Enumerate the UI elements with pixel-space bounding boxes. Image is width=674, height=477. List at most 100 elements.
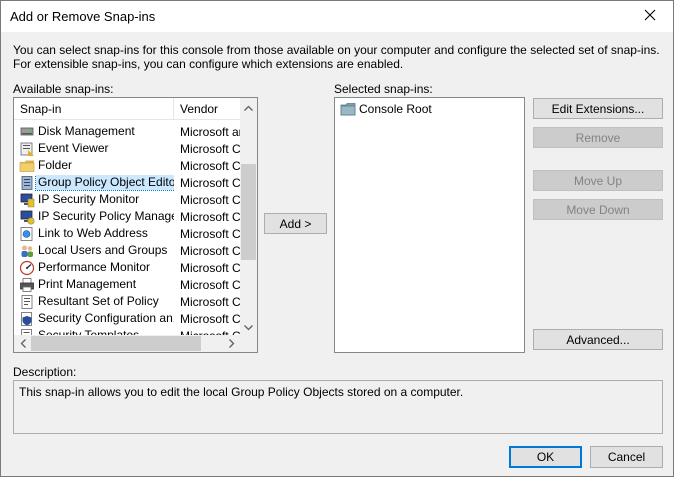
snapin-row[interactable]: IP Security Policy Manage... Microsoft Co	[14, 208, 240, 225]
folder-icon	[19, 158, 35, 174]
snapin-vendor: Microsoft Co	[180, 294, 240, 309]
security-templates-icon	[19, 328, 35, 335]
chevron-left-icon	[20, 337, 26, 351]
horizontal-scrollbar[interactable]	[14, 335, 240, 352]
disk-management-icon	[19, 124, 35, 140]
snapin-name-cell: IP Security Policy Manage...	[14, 209, 174, 225]
add-button[interactable]: Add >	[264, 213, 327, 234]
snapin-row[interactable]: Security TemplatesMicrosoft Co	[14, 327, 240, 335]
chevron-down-icon	[244, 320, 253, 334]
web-link-icon	[19, 226, 35, 242]
vertical-scrollbar[interactable]	[240, 98, 257, 335]
snapin-name-cell: Group Policy Object Editor	[14, 174, 174, 191]
snapin-row[interactable]: Security Configuration an... Microsoft Co	[14, 310, 240, 327]
snapin-row[interactable]: IP Security Monitor Microsoft Co	[14, 191, 240, 208]
intro-text: You can select snap-ins for this console…	[13, 43, 660, 71]
snapin-name: IP Security Monitor	[38, 192, 140, 206]
snapin-vendor: Microsoft Co	[180, 158, 240, 173]
selected-snapins-tree[interactable]: Console Root	[334, 97, 525, 353]
snapin-name: Security Templates	[38, 328, 140, 335]
snapin-vendor: Microsoft Co	[180, 192, 240, 207]
edit-extensions-button[interactable]: Edit Extensions...	[533, 98, 663, 119]
snapin-name: Link to Web Address	[38, 226, 148, 240]
snapin-name: IP Security Policy Manage...	[38, 209, 174, 223]
column-header-snapin[interactable]: Snap-in	[14, 98, 174, 120]
tree-item-console-root[interactable]: Console Root	[340, 101, 434, 117]
description-label: Description:	[13, 365, 77, 379]
snapin-name-cell: Disk Management	[14, 124, 174, 140]
scroll-down-button[interactable]	[240, 318, 257, 335]
close-button[interactable]	[627, 1, 673, 32]
title-bar[interactable]: Add or Remove Snap-ins	[1, 1, 673, 32]
chevron-right-icon	[228, 337, 235, 351]
snapin-name-cell: IP Security Monitor	[14, 192, 174, 208]
ip-security-policy-icon	[19, 209, 35, 225]
column-header-vendor[interactable]: Vendor	[174, 98, 240, 120]
resultant-policy-icon	[19, 294, 35, 310]
console-root-folder-icon	[340, 101, 356, 117]
snapin-name-cell: Security Configuration an...	[14, 311, 174, 327]
add-remove-snapins-dialog: Add or Remove Snap-ins You can select sn…	[0, 0, 674, 477]
snapin-name: Performance Monitor	[38, 260, 151, 274]
snapin-name: Event Viewer	[38, 141, 109, 155]
snapin-name-cell: Security Templates	[14, 328, 174, 335]
available-snapins-list[interactable]: Snap-in Vendor Disk Management Microsoft …	[13, 97, 258, 353]
move-up-button[interactable]: Move Up	[533, 170, 663, 191]
ok-button[interactable]: OK	[509, 446, 582, 468]
snapin-vendor: Microsoft Co	[180, 175, 240, 190]
cancel-button[interactable]: Cancel	[590, 446, 663, 468]
snapin-name-cell: Folder	[14, 158, 174, 174]
users-groups-icon	[19, 243, 35, 259]
snapin-vendor: Microsoft Co	[180, 243, 240, 258]
snapin-name-cell: Print Management	[14, 277, 174, 293]
snapin-name-cell: Resultant Set of Policy	[14, 294, 174, 310]
snapin-row[interactable]: Group Policy Object Editor Microsoft Co	[14, 174, 240, 191]
close-icon	[644, 9, 656, 24]
scrollbar-corner	[240, 335, 257, 352]
event-viewer-icon	[19, 141, 35, 157]
move-down-button[interactable]: Move Down	[533, 199, 663, 220]
performance-monitor-icon	[19, 260, 35, 276]
advanced-button[interactable]: Advanced...	[533, 329, 663, 350]
snapin-name-cell: Local Users and Groups	[14, 243, 174, 259]
snapin-vendor: Microsoft Co	[180, 311, 240, 326]
snapin-row[interactable]: Local Users and Groups Microsoft Co	[14, 242, 240, 259]
scroll-up-button[interactable]	[240, 98, 257, 115]
remove-button[interactable]: Remove	[533, 127, 663, 148]
printer-icon	[19, 277, 35, 293]
snapin-name-cell: Event Viewer	[14, 141, 174, 157]
snapin-row[interactable]: Resultant Set of Policy Microsoft Co	[14, 293, 240, 310]
snapin-vendor: Microsoft Co	[180, 209, 240, 224]
snapin-name: Local Users and Groups	[38, 243, 168, 257]
tree-item-label: Console Root	[359, 102, 432, 116]
snapin-row[interactable]: Performance Monitor Microsoft Co	[14, 259, 240, 276]
horizontal-scroll-thumb[interactable]	[31, 336, 201, 351]
scroll-right-button[interactable]	[223, 335, 240, 352]
snapin-vendor: Microsoft Co	[180, 260, 240, 275]
snapin-row[interactable]: Disk Management Microsoft and	[14, 123, 240, 140]
list-header: Snap-in Vendor	[14, 98, 240, 120]
available-snapins-label: Available snap-ins:	[13, 82, 114, 96]
snapin-row[interactable]: Folder Microsoft Co	[14, 157, 240, 174]
description-box: This snap-in allows you to edit the loca…	[13, 380, 663, 434]
group-policy-icon	[19, 175, 35, 191]
snapin-row[interactable]: Event Viewer Microsoft Co	[14, 140, 240, 157]
snapin-name: Group Policy Object Editor	[34, 174, 174, 191]
selected-snapins-label: Selected snap-ins:	[334, 82, 433, 96]
snapin-name: Folder	[38, 158, 73, 172]
description-text: This snap-in allows you to edit the loca…	[19, 385, 464, 399]
scroll-left-button[interactable]	[14, 335, 31, 352]
snapin-name-cell: Link to Web Address	[14, 226, 174, 242]
snapin-name: Resultant Set of Policy	[38, 294, 159, 308]
snapin-row[interactable]: Link to Web Address Microsoft Co	[14, 225, 240, 242]
ip-security-monitor-icon	[19, 192, 35, 208]
security-config-icon	[19, 311, 35, 327]
snapin-row[interactable]: Print Management Microsoft Co	[14, 276, 240, 293]
snapin-vendor: Microsoft Co	[180, 226, 240, 241]
snapin-name: Print Management	[38, 277, 137, 291]
snapin-vendor: Microsoft and	[180, 124, 240, 139]
snapin-name-cell: Performance Monitor	[14, 260, 174, 276]
vertical-scroll-thumb[interactable]	[241, 164, 256, 260]
snapin-name: Disk Management	[38, 124, 135, 138]
snapin-name: Security Configuration an...	[38, 311, 174, 325]
